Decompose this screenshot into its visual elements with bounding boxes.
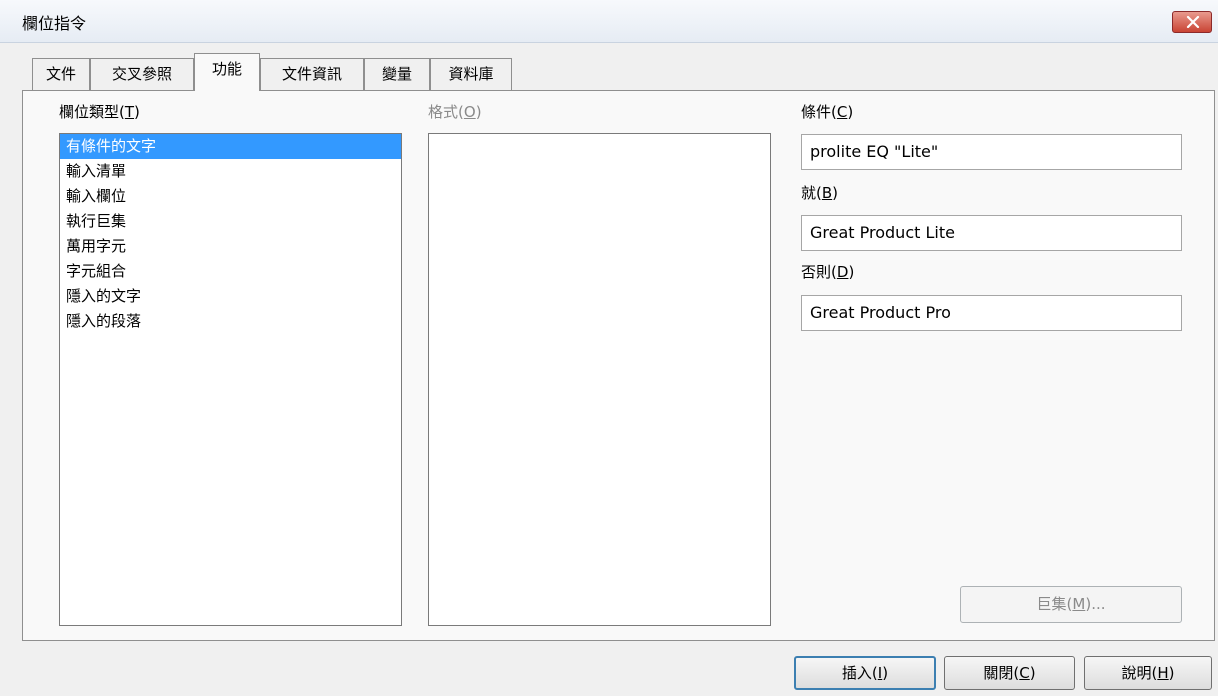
format-list[interactable] bbox=[428, 133, 771, 626]
field-type-list[interactable]: 有條件的文字 輸入清單 輸入欄位 執行巨集 萬用字元 字元組合 隱入的文字 隱入… bbox=[59, 133, 402, 626]
tab-variables[interactable]: 變量 bbox=[364, 58, 430, 90]
condition-field[interactable]: prolite EQ "Lite" bbox=[801, 134, 1182, 170]
condition-label: 條件(C) bbox=[801, 103, 854, 121]
tab-document[interactable]: 文件 bbox=[32, 58, 90, 90]
list-item[interactable]: 有條件的文字 bbox=[60, 134, 401, 159]
list-item[interactable]: 輸入欄位 bbox=[60, 184, 401, 209]
insert-button[interactable]: 插入(I) bbox=[794, 656, 936, 690]
close-x-icon bbox=[1186, 16, 1200, 28]
list-item[interactable]: 字元組合 bbox=[60, 259, 401, 284]
close-window-button[interactable] bbox=[1172, 11, 1212, 33]
tab-database[interactable]: 資料庫 bbox=[430, 58, 512, 90]
then-field[interactable]: Great Product Lite bbox=[801, 215, 1182, 251]
macro-button[interactable]: 巨集(M)... bbox=[960, 586, 1182, 623]
functions-panel: 欄位類型(T) 有條件的文字 輸入清單 輸入欄位 執行巨集 萬用字元 字元組合 … bbox=[22, 90, 1215, 641]
else-label: 否則(D) bbox=[801, 263, 855, 281]
list-item[interactable]: 輸入清單 bbox=[60, 159, 401, 184]
else-field[interactable]: Great Product Pro bbox=[801, 295, 1182, 331]
list-item[interactable]: 萬用字元 bbox=[60, 234, 401, 259]
list-item[interactable]: 隱入的文字 bbox=[60, 284, 401, 309]
format-label: 格式(O) bbox=[428, 103, 482, 121]
then-label: 就(B) bbox=[801, 184, 839, 202]
help-button[interactable]: 說明(H) bbox=[1084, 656, 1212, 690]
window-title: 欄位指令 bbox=[22, 14, 87, 33]
tab-cross-references[interactable]: 交叉參照 bbox=[90, 58, 194, 90]
title-bar: 欄位指令 bbox=[0, 0, 1218, 43]
close-button[interactable]: 關閉(C) bbox=[944, 656, 1075, 690]
field-type-label: 欄位類型(T) bbox=[59, 103, 140, 121]
tab-docinformation[interactable]: 文件資訊 bbox=[260, 58, 364, 90]
list-item[interactable]: 執行巨集 bbox=[60, 209, 401, 234]
list-item[interactable]: 隱入的段落 bbox=[60, 309, 401, 334]
tab-functions[interactable]: 功能 bbox=[194, 53, 260, 91]
